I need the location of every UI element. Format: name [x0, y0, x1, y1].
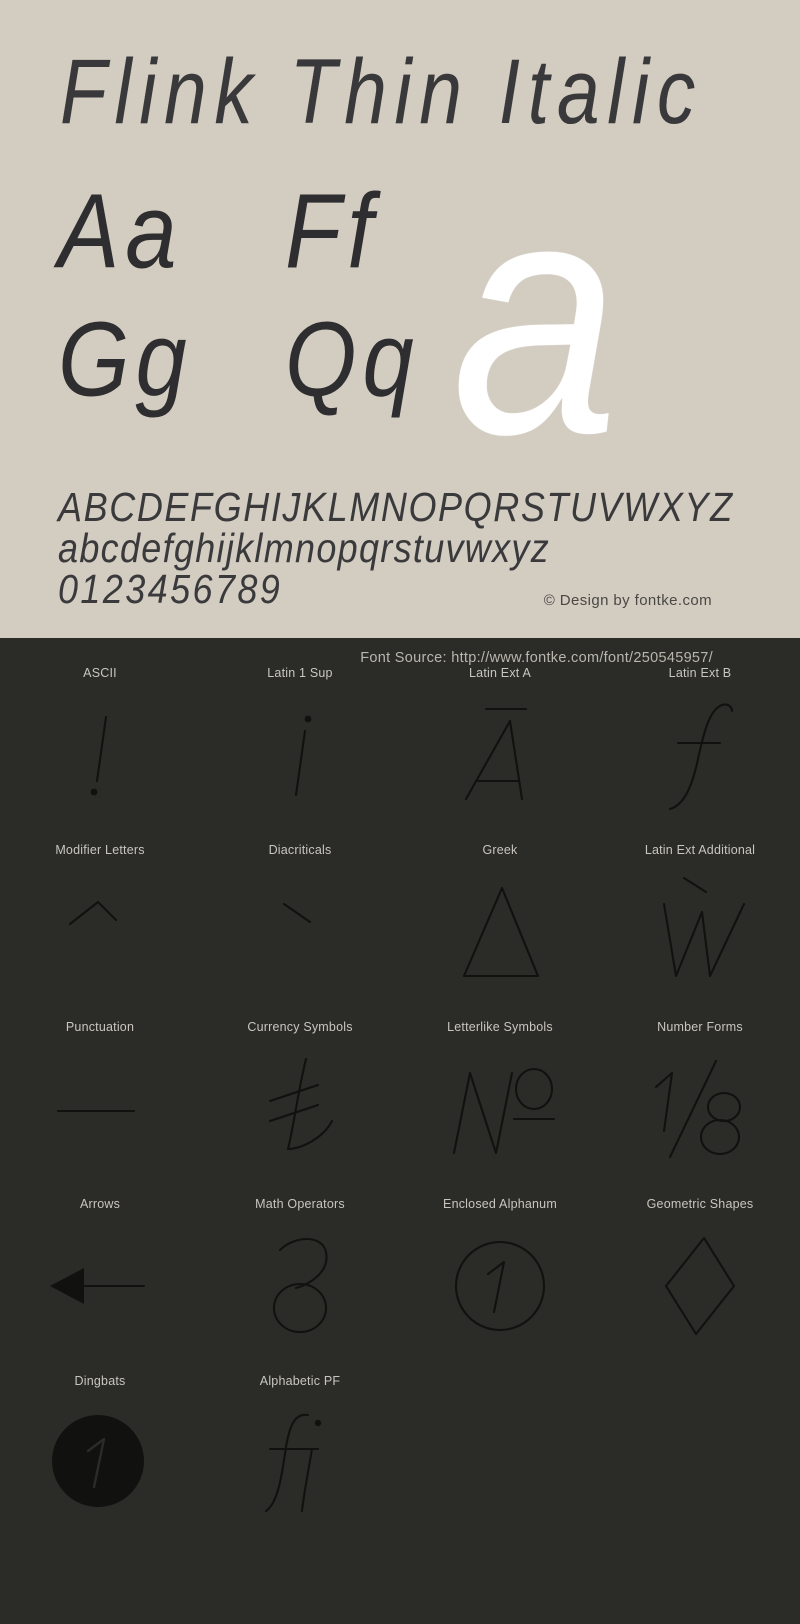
uppercase-alphabet: ABCDEFGHIJKLMNOPQRSTUVWXYZ	[58, 484, 734, 530]
block-label: Latin Ext B	[668, 666, 732, 680]
block-row: ASCII Latin 1 Sup Latin Ext A Latin Ext …	[0, 658, 800, 835]
block-label: Latin Ext A	[469, 666, 531, 680]
block-label: Currency Symbols	[247, 1020, 353, 1034]
block-cell-latin-1-sup[interactable]: Latin 1 Sup	[200, 658, 400, 835]
numerals: 0123456789	[58, 566, 283, 612]
block-label: Dingbats	[74, 1374, 126, 1388]
block-label: Alphabetic PF	[259, 1374, 341, 1388]
exclamation-glyph	[0, 680, 200, 835]
block-cell-currency-symbols[interactable]: Currency Symbols	[200, 1012, 400, 1189]
block-cell-empty	[400, 1366, 600, 1543]
block-cell-letterlike-symbols[interactable]: Letterlike Symbols	[400, 1012, 600, 1189]
unicode-blocks-grid: ASCII Latin 1 Sup Latin Ext A Latin Ext …	[0, 658, 800, 1543]
block-cell-diacriticals[interactable]: Diacriticals	[200, 835, 400, 1012]
block-label: Latin Ext Additional	[644, 843, 756, 857]
left-arrow-glyph	[0, 1211, 200, 1366]
grave-accent-glyph	[200, 857, 400, 1012]
copyright-credit: © Design by fontke.com	[543, 592, 712, 609]
circumflex-glyph	[0, 857, 200, 1012]
block-label: Diacriticals	[268, 843, 332, 857]
block-cell-dingbats[interactable]: Dingbats	[0, 1366, 200, 1543]
lowercase-alphabet: abcdefghijklmnopqrstuvwxyz	[58, 525, 551, 571]
block-cell-arrows[interactable]: Arrows	[0, 1189, 200, 1366]
block-row: Dingbats Alphabetic PF	[0, 1366, 800, 1543]
lira-sign-glyph	[200, 1034, 400, 1189]
block-label: ASCII	[83, 666, 117, 680]
block-cell-alphabetic-pf[interactable]: Alphabetic PF	[200, 1366, 400, 1543]
block-label: Greek	[482, 843, 518, 857]
block-cell-latin-ext-additional[interactable]: Latin Ext Additional	[600, 835, 800, 1012]
block-cell-ascii[interactable]: ASCII	[0, 658, 200, 835]
glyph-pair-aa: Aa	[58, 173, 183, 291]
block-cell-number-forms[interactable]: Number Forms	[600, 1012, 800, 1189]
w-grave-glyph	[600, 857, 800, 1012]
block-row: Arrows Math Operators Enclosed Alphanum …	[0, 1189, 800, 1366]
delta-glyph	[400, 857, 600, 1012]
block-label: Arrows	[79, 1197, 121, 1211]
one-eighth-glyph	[600, 1034, 800, 1189]
glyph-pair-qq: Qq	[285, 301, 420, 419]
feature-glyph: a	[452, 127, 619, 505]
glyph-pair-gg: Gg	[58, 301, 193, 419]
block-label: Math Operators	[255, 1197, 345, 1211]
block-cell-punctuation[interactable]: Punctuation	[0, 1012, 200, 1189]
florin-glyph	[600, 680, 800, 835]
block-label: Latin 1 Sup	[267, 666, 333, 680]
block-label: Modifier Letters	[55, 843, 145, 857]
block-cell-enclosed-alphanum[interactable]: Enclosed Alphanum	[400, 1189, 600, 1366]
block-label: Geometric Shapes	[646, 1197, 754, 1211]
glyph-pair-ff: Ff	[285, 173, 379, 291]
block-cell-greek[interactable]: Greek	[400, 835, 600, 1012]
block-row: Modifier Letters Diacriticals Greek Lati…	[0, 835, 800, 1012]
numero-glyph	[400, 1034, 600, 1189]
unicode-blocks-panel: Font Source: http://www.fontke.com/font/…	[0, 638, 800, 1624]
block-row: Punctuation Currency Symbols Letterlike …	[0, 1012, 800, 1189]
fi-ligature-glyph	[200, 1388, 400, 1543]
partial-derivative-glyph	[200, 1211, 400, 1366]
block-cell-latin-ext-a[interactable]: Latin Ext A	[400, 658, 600, 835]
circled-one-glyph	[400, 1211, 600, 1366]
block-cell-geometric-shapes[interactable]: Geometric Shapes	[600, 1189, 800, 1366]
block-label: Letterlike Symbols	[447, 1020, 553, 1034]
block-cell-empty	[600, 1366, 800, 1543]
block-label: Enclosed Alphanum	[443, 1197, 557, 1211]
em-dash-glyph	[0, 1034, 200, 1189]
lozenge-glyph	[600, 1211, 800, 1366]
a-macron-glyph	[400, 680, 600, 835]
filled-circled-one-glyph	[0, 1388, 200, 1543]
block-label: Number Forms	[657, 1020, 743, 1034]
block-cell-math-operators[interactable]: Math Operators	[200, 1189, 400, 1366]
block-cell-latin-ext-b[interactable]: Latin Ext B	[600, 658, 800, 835]
font-specimen-page: Flink Thin Italic Aa Ff Gg Qq a ABCDEFGH…	[0, 0, 800, 1624]
block-cell-modifier-letters[interactable]: Modifier Letters	[0, 835, 200, 1012]
block-label: Punctuation	[65, 1020, 135, 1034]
specimen-preview-panel: Flink Thin Italic Aa Ff Gg Qq a ABCDEFGH…	[0, 0, 800, 638]
inverted-exclamation-glyph	[200, 680, 400, 835]
